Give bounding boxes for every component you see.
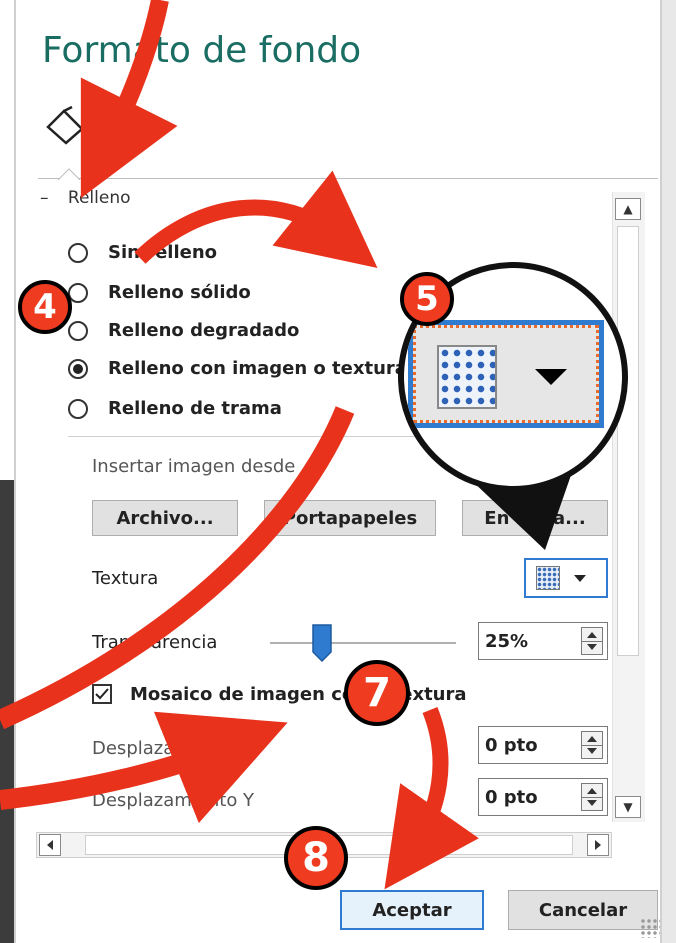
tile-checkbox-label[interactable]: Mosaico de imagen como textura <box>130 684 467 705</box>
spinner-arrows[interactable] <box>581 731 603 759</box>
pane-title: Formato de fondo <box>42 30 362 71</box>
chevron-left-icon <box>47 840 53 850</box>
paint-bucket-icon[interactable] <box>42 105 94 145</box>
offset-y-spinner[interactable]: 0 pto <box>478 778 608 816</box>
background-window <box>0 480 14 943</box>
file-button[interactable]: Archivo... <box>92 500 238 536</box>
transparency-slider-track[interactable] <box>270 642 456 644</box>
scroll-up-button[interactable]: ▲ <box>615 198 641 220</box>
transparency-value[interactable]: 25% <box>485 631 528 652</box>
radio-label: Relleno con imagen o textura <box>108 358 407 379</box>
spinner-arrows[interactable] <box>581 627 603 655</box>
radio-label: Sin relleno <box>108 242 218 263</box>
radio-label: Relleno degradado <box>108 320 300 341</box>
magnified-texture-button <box>408 320 604 428</box>
radio-button[interactable] <box>68 320 88 341</box>
scroll-right-button[interactable] <box>587 834 609 856</box>
chevron-right-icon <box>595 840 601 850</box>
offset-y-label: Desplazamiento Y <box>92 790 255 811</box>
section-relleno[interactable]: – Relleno <box>40 188 131 208</box>
transparency-label: Transparencia <box>92 632 218 653</box>
radio-label: Relleno de trama <box>108 398 282 419</box>
tab-divider <box>38 178 658 179</box>
vertical-scrollbar[interactable]: ▲ ▼ <box>612 192 645 822</box>
chevron-down-icon <box>535 369 567 385</box>
section-relleno-label: Relleno <box>67 188 131 208</box>
radio-label: Relleno sólido <box>108 282 251 303</box>
spinner-arrows[interactable] <box>581 783 603 811</box>
tile-checkbox[interactable] <box>92 684 112 704</box>
resize-grip-icon[interactable] <box>640 918 660 938</box>
chevron-down-icon <box>574 574 586 582</box>
offset-x-spinner[interactable]: 0 pto <box>478 726 608 764</box>
radio-relleno-imagen-textura[interactable]: Relleno con imagen o textura <box>68 358 407 379</box>
collapse-icon: – <box>40 188 49 208</box>
window-edge-right <box>662 0 676 943</box>
radio-sin-relleno[interactable]: Sin relleno <box>68 242 217 263</box>
ok-button[interactable]: Aceptar <box>340 890 484 930</box>
scroll-left-button[interactable] <box>39 834 61 856</box>
insert-image-label: Insertar imagen desde <box>92 456 296 477</box>
step-badge-5: 5 <box>400 272 454 326</box>
radio-relleno-solido[interactable]: Relleno sólido <box>68 282 251 303</box>
transparency-spinner[interactable]: 25% <box>478 622 608 660</box>
texture-label: Textura <box>92 568 159 589</box>
texture-swatch-icon <box>536 566 560 590</box>
radio-relleno-degradado[interactable]: Relleno degradado <box>68 320 299 341</box>
radio-relleno-trama[interactable]: Relleno de trama <box>68 398 282 419</box>
clipboard-button[interactable]: Portapapeles <box>264 500 436 536</box>
offset-y-value[interactable]: 0 pto <box>485 787 538 808</box>
texture-swatch-icon <box>437 345 497 409</box>
checkmark-icon <box>95 688 109 700</box>
active-tab-notch <box>58 168 80 180</box>
step-badge-8: 8 <box>284 826 348 890</box>
texture-picker-button[interactable] <box>524 558 608 598</box>
radio-button[interactable] <box>68 242 88 263</box>
online-button[interactable]: En línea... <box>462 500 608 536</box>
step-badge-4: 4 <box>18 280 72 334</box>
cancel-button[interactable]: Cancelar <box>508 890 658 930</box>
scroll-down-button[interactable]: ▼ <box>615 796 641 818</box>
radio-button[interactable] <box>68 398 88 419</box>
scroll-thumb[interactable] <box>617 226 639 656</box>
offset-x-value[interactable]: 0 pto <box>485 735 538 756</box>
offset-x-label: Desplazamiento X <box>92 738 256 759</box>
radio-button-selected[interactable] <box>68 358 88 379</box>
step-badge-7: 7 <box>344 660 410 726</box>
transparency-slider-thumb[interactable] <box>312 624 332 662</box>
